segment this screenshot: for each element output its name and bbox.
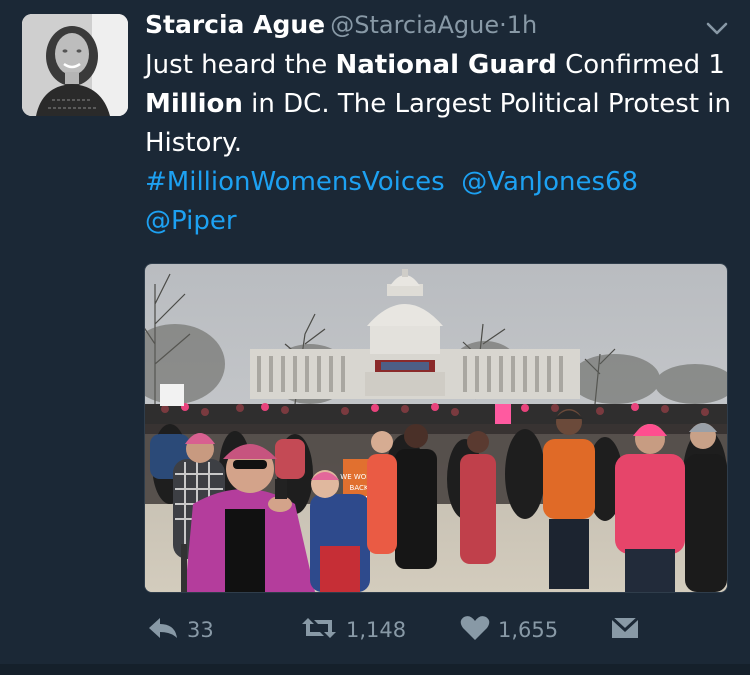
- tweet-text: Just heard the National Guard Confirmed …: [145, 46, 735, 241]
- svg-text:BACK: BACK: [350, 484, 369, 492]
- tweet-text-part: Just heard the: [145, 50, 336, 80]
- retweet-button[interactable]: 1,148: [300, 612, 406, 648]
- tweet-text-part: Confirmed 1: [556, 50, 725, 80]
- retweet-icon: [300, 616, 338, 644]
- like-button[interactable]: 1,655: [460, 612, 558, 648]
- tweet-text-bold: Million: [145, 89, 243, 119]
- timestamp[interactable]: 1h: [507, 11, 537, 39]
- direct-message-icon: [610, 615, 640, 645]
- header-separator: ·: [499, 11, 507, 39]
- tweet-photo[interactable]: WE WON'T BACK DOWN: [144, 263, 728, 593]
- tweet-header: Starcia Ague @StarciaAgue·1h: [145, 10, 537, 39]
- direct-message-button[interactable]: [610, 612, 640, 648]
- chevron-down-icon[interactable]: [704, 16, 730, 42]
- tweet-card: Starcia Ague @StarciaAgue·1h Just heard …: [0, 0, 750, 675]
- reply-icon: [147, 616, 179, 644]
- tweet-text-bold: National Guard: [335, 50, 557, 80]
- user-handle[interactable]: @StarciaAgue: [330, 11, 499, 39]
- reply-button[interactable]: 33: [147, 612, 214, 648]
- hashtag-link[interactable]: #MillionWomensVoices: [145, 167, 445, 197]
- heart-icon: [460, 615, 490, 645]
- mention-link[interactable]: @VanJones68: [461, 167, 638, 197]
- mention-link[interactable]: @Piper: [145, 206, 237, 236]
- tweet-actions: 33 1,148 1,655: [0, 612, 750, 652]
- like-count: 1,655: [498, 618, 559, 642]
- divider: [0, 664, 750, 675]
- retweet-count: 1,148: [346, 618, 407, 642]
- display-name[interactable]: Starcia Ague: [145, 10, 325, 39]
- avatar[interactable]: [22, 14, 128, 116]
- reply-count: 33: [187, 618, 214, 642]
